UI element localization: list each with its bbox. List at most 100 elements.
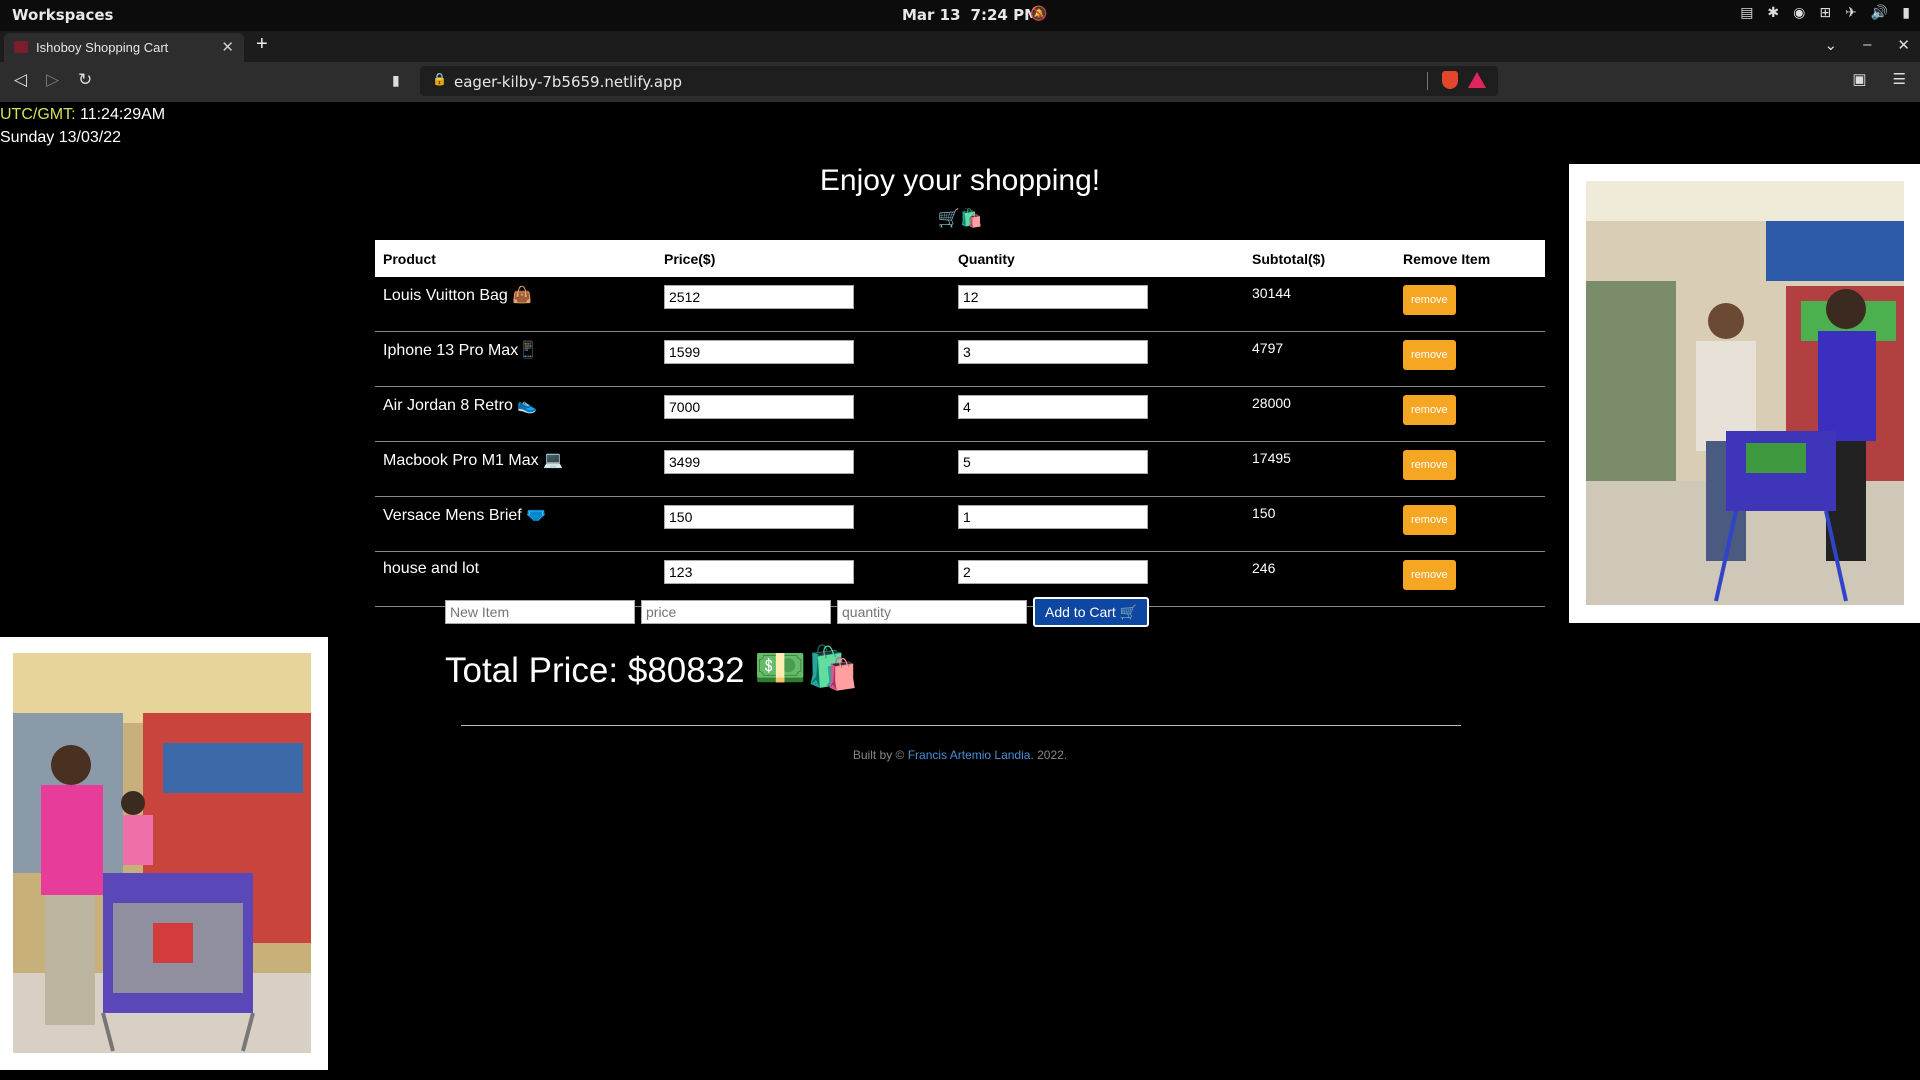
airplane-icon[interactable]: ✈ [1845, 5, 1857, 21]
footer-suffix: . 2022. [1030, 748, 1068, 762]
product-name: Versace Mens Brief 🩲 [375, 496, 656, 552]
utc-time: 11:24:29AM [80, 106, 166, 123]
remove-button[interactable]: remove [1403, 340, 1456, 370]
add-item-form: Add to Cart 🛒 [445, 597, 1150, 627]
price-input[interactable] [664, 285, 854, 309]
product-name: Macbook Pro M1 Max 💻 [375, 441, 656, 497]
table-header-row: Product Price($) Quantity Subtotal($) Re… [375, 240, 1545, 277]
workspaces-button[interactable]: Workspaces [12, 6, 113, 24]
product-name: Air Jordan 8 Retro 👟 [375, 386, 656, 442]
cart-table: Product Price($) Quantity Subtotal($) Re… [375, 240, 1545, 607]
battery-icon[interactable]: ▮ [1902, 5, 1910, 21]
forward-icon[interactable]: ▷ [46, 70, 59, 90]
quantity-input[interactable] [958, 560, 1148, 584]
new-quantity-input[interactable] [837, 600, 1027, 624]
total-value: 80832 [647, 651, 745, 690]
remove-button[interactable]: remove [1403, 395, 1456, 425]
close-window-icon[interactable]: ✕ [1897, 36, 1910, 54]
url-text[interactable]: eager-kilby-7b5659.netlify.app [454, 73, 682, 91]
quantity-input[interactable] [958, 285, 1148, 309]
remove-button[interactable]: remove [1403, 505, 1456, 535]
subtotal-value: 30144 [1244, 277, 1395, 332]
slack-icon[interactable]: ✱ [1767, 5, 1779, 21]
new-price-input[interactable] [641, 600, 831, 624]
header-subtotal: Subtotal($) [1244, 240, 1395, 277]
header-price: Price($) [656, 240, 950, 277]
subtotal-value: 17495 [1244, 441, 1395, 497]
total-label: Total Price: $ [445, 651, 648, 690]
favicon-icon [14, 41, 28, 53]
back-icon[interactable]: ◁ [14, 70, 27, 90]
price-input[interactable] [664, 395, 854, 419]
header-quantity: Quantity [950, 240, 1244, 277]
header-remove: Remove Item [1395, 240, 1545, 277]
table-row: Louis Vuitton Bag 👜 30144 remove [375, 277, 1545, 332]
table-row: Versace Mens Brief 🩲 150 remove [375, 496, 1545, 552]
quantity-input[interactable] [958, 395, 1148, 419]
wallet-icon[interactable]: ▣ [1852, 70, 1866, 88]
system-date: Mar 13 [902, 6, 961, 24]
utc-label: UTC/GMT: [0, 106, 76, 123]
table-row: Air Jordan 8 Retro 👟 28000 remove [375, 386, 1545, 442]
tray-list-icon[interactable]: ▤ [1740, 5, 1753, 21]
subtotal-value: 246 [1244, 551, 1395, 607]
quantity-input[interactable] [958, 340, 1148, 364]
add-to-cart-button[interactable]: Add to Cart 🛒 [1033, 597, 1150, 627]
new-item-input[interactable] [445, 600, 635, 624]
total-emojis: 💵🛍️ [754, 644, 859, 691]
brave-shields-icon[interactable] [1442, 71, 1458, 89]
browser-tab[interactable]: Ishoboy Shopping Cart ✕ [4, 33, 244, 62]
system-tray: ▤ ✱ ◉ ⊞ ✈ 🔊 ▮ [1740, 5, 1910, 21]
reload-icon[interactable]: ↻ [78, 70, 92, 90]
quantity-input[interactable] [958, 505, 1148, 529]
remove-button[interactable]: remove [1403, 450, 1456, 480]
utc-date: Sunday 13/03/22 [0, 129, 121, 146]
new-tab-icon[interactable]: + [256, 33, 268, 56]
supermarket-photo-image [1586, 181, 1904, 605]
price-input[interactable] [664, 505, 854, 529]
table-row: Macbook Pro M1 Max 💻 17495 remove [375, 441, 1545, 497]
brave-rewards-icon[interactable] [1468, 72, 1486, 88]
footer-prefix: Built by © [852, 748, 908, 762]
notifications-off-icon[interactable]: 🔕 [1030, 6, 1047, 22]
quantity-input[interactable] [958, 450, 1148, 474]
product-name: Iphone 13 Pro Max📱 [375, 331, 656, 387]
address-bar[interactable]: 🔒 eager-kilby-7b5659.netlify.app [420, 66, 1498, 96]
remove-button[interactable]: remove [1403, 285, 1456, 315]
system-time: 7:24 PM [970, 6, 1039, 24]
minimize-icon[interactable]: – [1863, 36, 1871, 54]
close-tab-icon[interactable]: ✕ [221, 38, 234, 56]
system-clock[interactable]: Mar 13 7:24 PM [902, 6, 1049, 24]
utc-clock: UTC/GMT: 11:24:29AM Sunday 13/03/22 [0, 103, 165, 149]
page-content: UTC/GMT: 11:24:29AM Sunday 13/03/22 Enjo… [0, 102, 1920, 1080]
subtotal-value: 4797 [1244, 331, 1395, 387]
lock-icon: 🔒 [432, 72, 447, 86]
volume-icon[interactable]: 🔊 [1871, 5, 1888, 21]
browser-tab-strip: Ishoboy Shopping Cart ✕ + ⌄ – ✕ [0, 31, 1920, 62]
system-top-bar: Workspaces Mar 13 7:24 PM 🔕 ▤ ✱ ◉ ⊞ ✈ 🔊 ▮ [0, 0, 1920, 31]
subtotal-value: 150 [1244, 496, 1395, 552]
address-separator [1427, 72, 1428, 90]
table-row: Iphone 13 Pro Max📱 4797 remove [375, 331, 1545, 387]
author-link[interactable]: Francis Artemio Landia [908, 748, 1031, 762]
supermarket-aisle-photo-image [13, 653, 311, 1053]
subtotal-value: 28000 [1244, 386, 1395, 442]
remove-button[interactable]: remove [1403, 560, 1456, 590]
shopper-photo-right [1569, 164, 1920, 623]
browser-toolbar: ◁ ▷ ↻ ▮ 🔒 eager-kilby-7b5659.netlify.app… [0, 62, 1920, 102]
discord-icon[interactable]: ◉ [1793, 5, 1805, 21]
bookmark-icon[interactable]: ▮ [392, 72, 400, 89]
network-icon[interactable]: ⊞ [1819, 5, 1831, 21]
header-product: Product [375, 240, 656, 277]
price-input[interactable] [664, 450, 854, 474]
price-input[interactable] [664, 340, 854, 364]
footer-divider [461, 725, 1461, 726]
tab-list-chevron-icon[interactable]: ⌄ [1825, 36, 1838, 54]
shopper-photo-left [0, 637, 328, 1070]
product-name: Louis Vuitton Bag 👜 [375, 277, 656, 332]
menu-icon[interactable]: ☰ [1893, 70, 1906, 88]
price-input[interactable] [664, 560, 854, 584]
table-row: house and lot 246 remove [375, 551, 1545, 607]
total-price: Total Price: $80832 💵🛍️ [445, 644, 859, 693]
tab-title: Ishoboy Shopping Cart [36, 40, 169, 55]
